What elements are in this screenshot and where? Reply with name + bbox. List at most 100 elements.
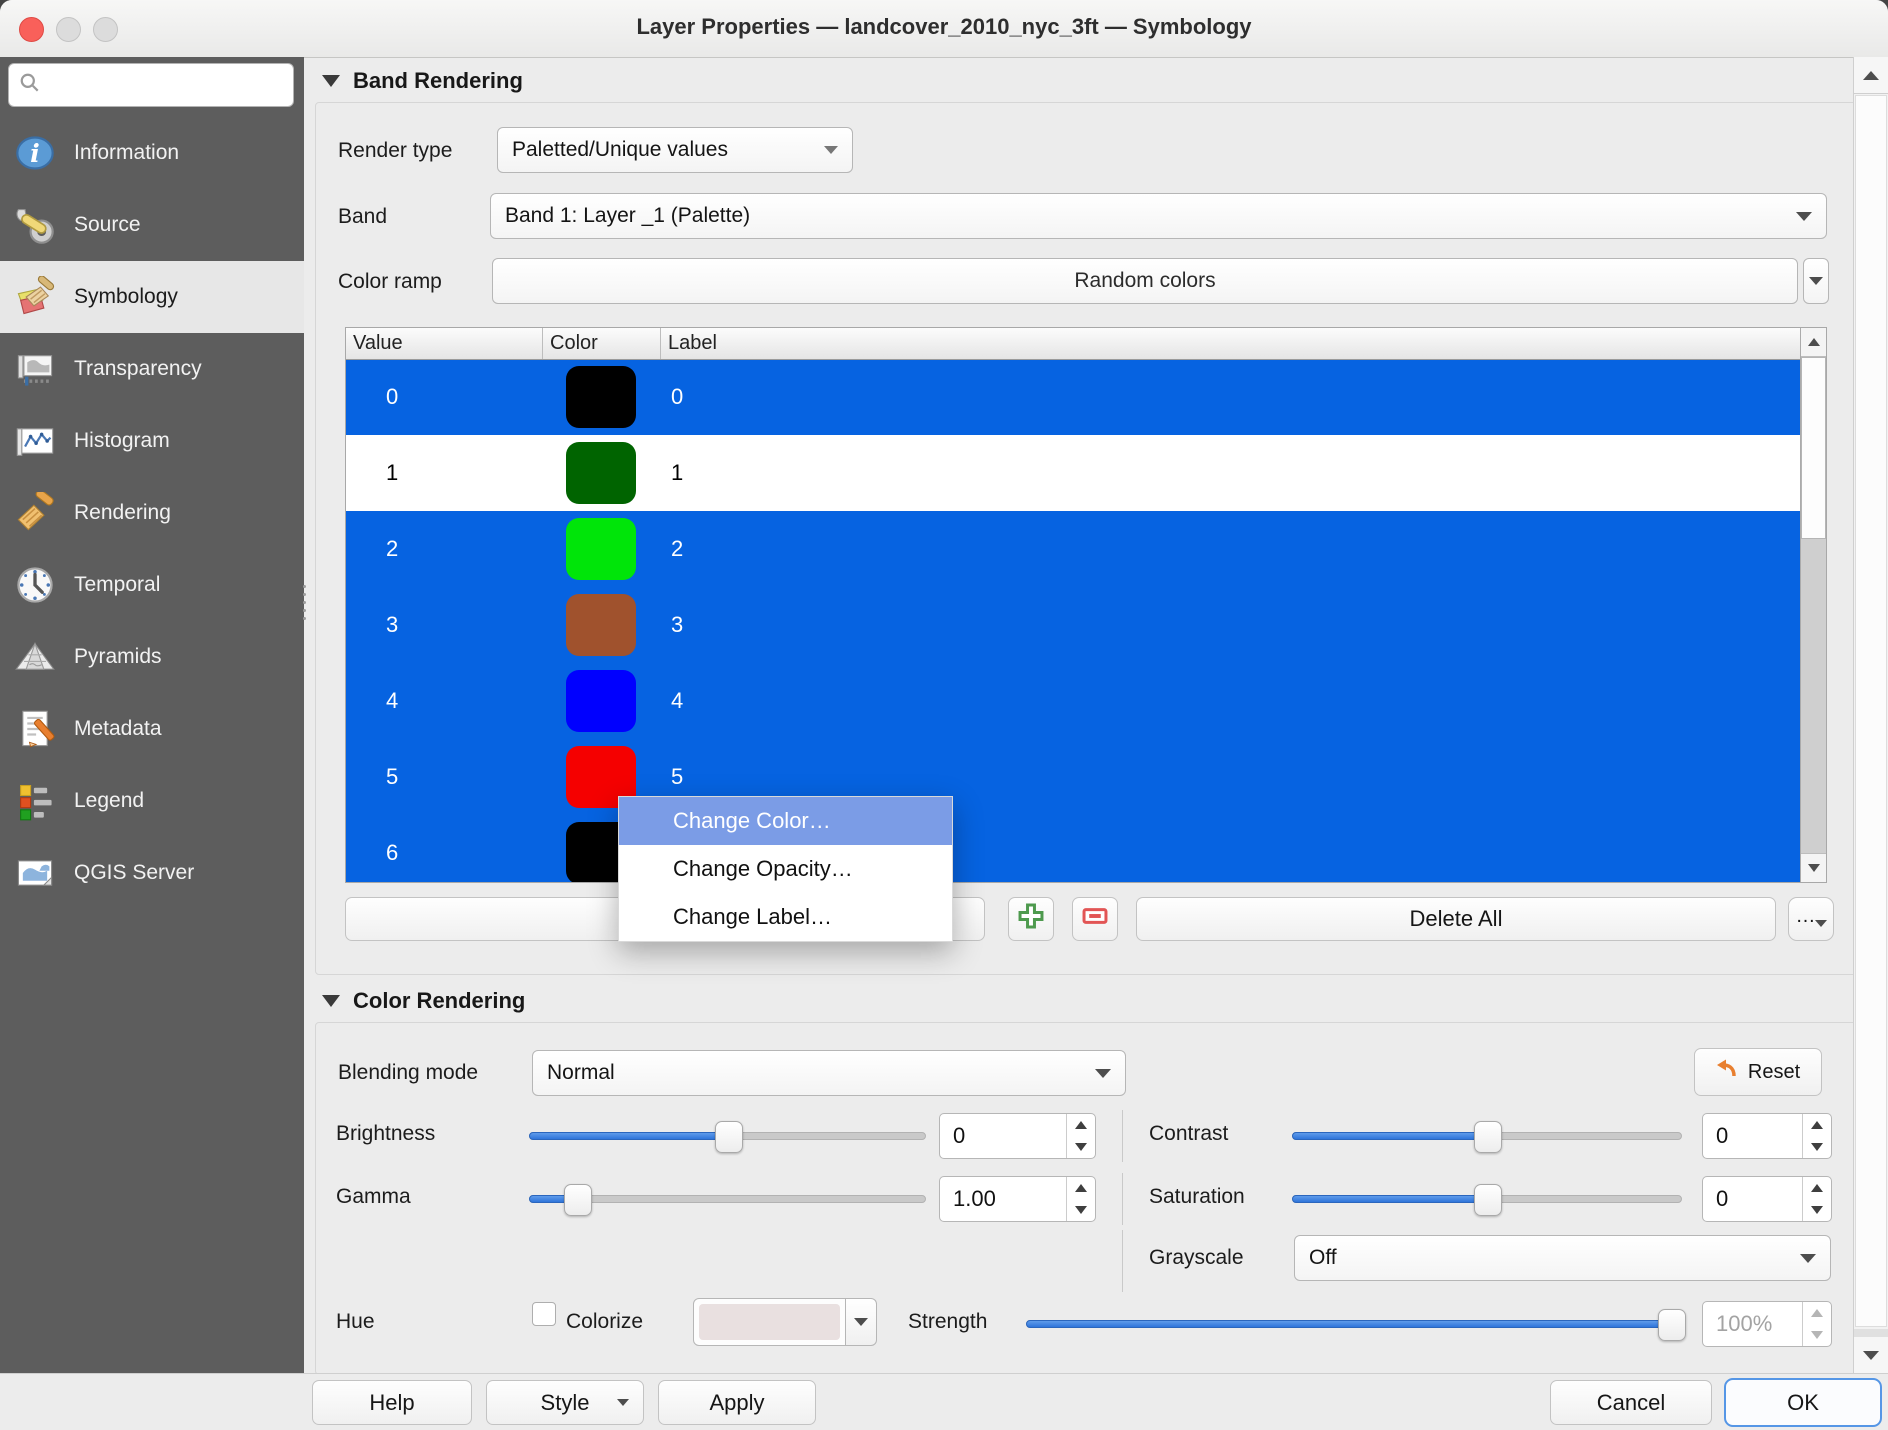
color-rendering-header[interactable]: Color Rendering [322,988,525,1014]
sidebar-item-symbology[interactable]: Symbology [0,261,304,333]
scrollbar-thumb[interactable] [1801,357,1826,539]
slider-thumb[interactable] [1474,1184,1502,1216]
color-swatch[interactable] [566,670,636,732]
colorize-color-button[interactable] [693,1298,877,1346]
table-row[interactable]: 1 1 [346,435,1800,511]
band-label: Band [338,205,387,229]
colorize-checkbox[interactable] [532,1302,556,1326]
sidebar-item-label: Rendering [74,501,171,525]
slider-thumb[interactable] [715,1121,743,1153]
menu-item-change-label[interactable]: Change Label… [619,893,952,941]
spin-down-button[interactable] [1067,1136,1095,1158]
spin-down-button[interactable] [1803,1136,1831,1158]
contrast-slider[interactable] [1292,1120,1682,1152]
table-row[interactable]: 4 4 [346,663,1800,739]
sidebar-item-legend[interactable]: Legend [0,765,304,837]
spin-down-button[interactable] [1067,1199,1095,1221]
advanced-options-button[interactable]: … [1788,897,1834,941]
cancel-button[interactable]: Cancel [1550,1380,1712,1425]
sidebar-item-source[interactable]: Source [0,189,304,261]
blending-mode-select[interactable]: Normal [532,1050,1126,1096]
spin-up-button[interactable] [1067,1114,1095,1136]
color-ramp-dropdown-button[interactable] [1803,258,1829,304]
slider-thumb[interactable] [564,1184,592,1216]
color-cell[interactable] [543,511,661,587]
spin-down-button[interactable] [1803,1324,1831,1346]
color-cell[interactable] [543,587,661,663]
scroll-up-button[interactable] [1801,328,1826,357]
main-scrollbar[interactable] [1853,57,1888,1373]
color-swatch[interactable] [566,518,636,580]
label-cell[interactable]: 2 [661,511,1800,587]
color-dropdown-button[interactable] [846,1298,877,1346]
help-button[interactable]: Help [312,1380,472,1425]
slider-thumb[interactable] [1474,1121,1502,1153]
scroll-down-button[interactable] [1854,1337,1888,1373]
strength-spinbox[interactable]: 100% [1702,1301,1832,1347]
slider-thumb[interactable] [1658,1309,1686,1341]
color-cell[interactable] [543,663,661,739]
table-row[interactable]: 6 6 [346,815,1800,882]
column-header-label[interactable]: Label [661,328,1800,359]
table-scrollbar[interactable] [1800,328,1826,882]
sidebar-search-input[interactable] [8,63,294,107]
sidebar-item-histogram[interactable]: Histogram [0,405,304,477]
color-ramp-button[interactable]: Random colors [492,258,1798,304]
menu-item-change-color[interactable]: Change Color… [619,797,952,845]
color-cell[interactable] [543,435,661,511]
color-ramp-label: Color ramp [338,270,442,294]
delete-all-button[interactable]: Delete All [1136,897,1776,941]
label-cell[interactable]: 0 [661,359,1800,435]
apply-button[interactable]: Apply [658,1380,816,1425]
color-cell[interactable] [543,359,661,435]
brightness-spinbox[interactable]: 0 [939,1113,1096,1159]
strength-slider[interactable] [1026,1308,1682,1340]
label-cell[interactable]: 4 [661,663,1800,739]
saturation-slider[interactable] [1292,1183,1682,1215]
label-cell[interactable]: 1 [661,435,1800,511]
ok-button[interactable]: OK [1724,1378,1882,1427]
style-button[interactable]: Style [486,1380,644,1425]
color-swatch[interactable] [566,594,636,656]
saturation-spinbox[interactable]: 0 [1702,1176,1832,1222]
add-value-button[interactable] [1008,897,1054,941]
menu-item-change-opacity[interactable]: Change Opacity… [619,845,952,893]
sidebar-item-pyramids[interactable]: Pyramids [0,621,304,693]
spin-down-button[interactable] [1803,1199,1831,1221]
grayscale-select[interactable]: Off [1294,1235,1831,1281]
table-row[interactable]: 5 5 [346,739,1800,815]
spin-up-button[interactable] [1803,1302,1831,1324]
sidebar-item-temporal[interactable]: Temporal [0,549,304,621]
sidebar-item-metadata[interactable]: Metadata [0,693,304,765]
table-row[interactable]: 3 3 [346,587,1800,663]
spin-up-button[interactable] [1803,1177,1831,1199]
scroll-up-button[interactable] [1854,57,1888,94]
contrast-spinbox[interactable]: 0 [1702,1113,1832,1159]
gamma-slider[interactable] [529,1183,926,1215]
band-rendering-header[interactable]: Band Rendering [322,68,523,94]
scrollbar-thumb[interactable] [1855,95,1887,1327]
sidebar-item-transparency[interactable]: Transparency [0,333,304,405]
reset-button[interactable]: Reset [1694,1048,1822,1096]
render-type-select[interactable]: Paletted/Unique values [497,127,853,173]
band-select[interactable]: Band 1: Layer _1 (Palette) [490,193,1827,239]
color-swatch[interactable] [566,442,636,504]
column-header-value[interactable]: Value [346,328,543,359]
spin-up-button[interactable] [1067,1177,1095,1199]
label-cell[interactable]: 3 [661,587,1800,663]
sidebar-item-rendering[interactable]: Rendering [0,477,304,549]
column-header-color[interactable]: Color [543,328,661,359]
table-row[interactable]: 2 2 [346,511,1800,587]
scroll-down-button[interactable] [1801,853,1826,882]
sidebar-item-information[interactable]: i Information [0,117,304,189]
context-menu: Change Color… Change Opacity… Change Lab… [618,796,953,942]
table-row[interactable]: 0 0 [346,359,1800,435]
color-swatch[interactable] [566,366,636,428]
remove-value-button[interactable] [1072,897,1118,941]
gamma-spinbox[interactable]: 1.00 [939,1176,1096,1222]
sidebar-item-qgis-server[interactable]: QGIS Server [0,837,304,909]
brightness-slider[interactable] [529,1120,926,1152]
palette-values-table[interactable]: 0 0 1 1 2 2 3 3 4 4 [345,327,1827,883]
sidebar-resize-handle[interactable] [300,585,308,625]
spin-up-button[interactable] [1803,1114,1831,1136]
